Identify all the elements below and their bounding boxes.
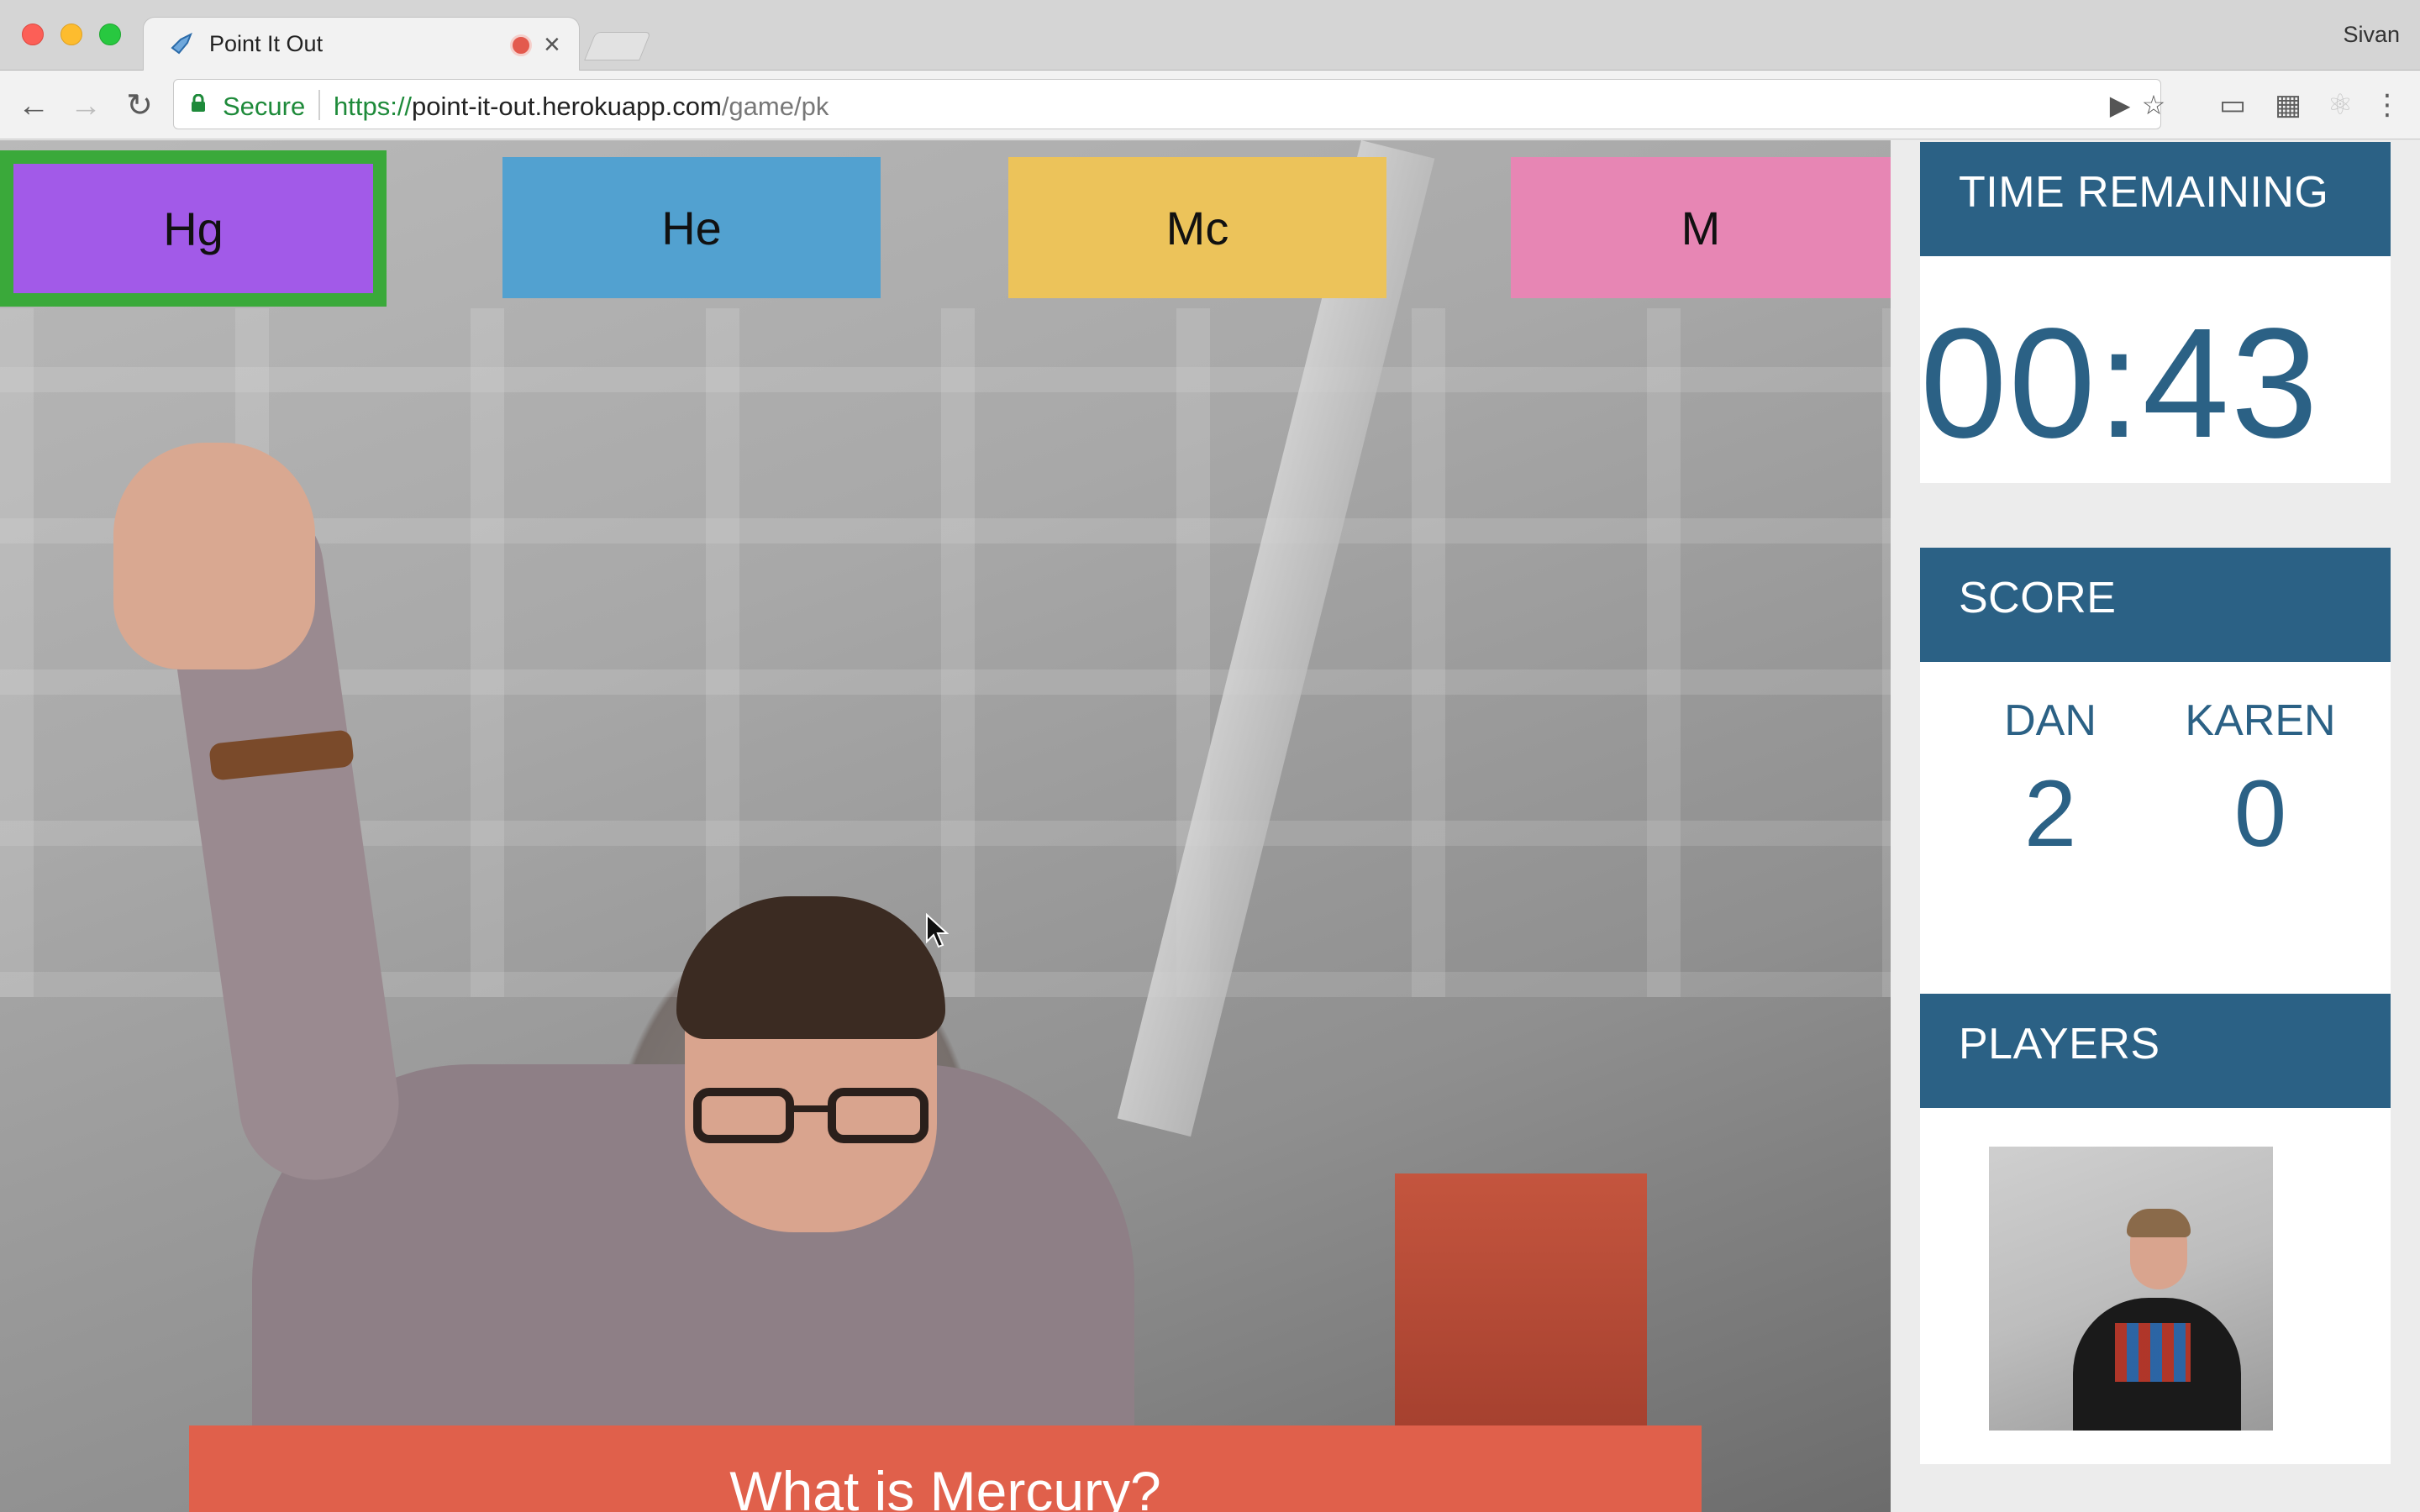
question-banner: What is Mercury? — [189, 1425, 1702, 1512]
answer-option-m[interactable]: M — [1511, 157, 1891, 298]
score-columns: DAN 2 KAREN 0 — [1920, 662, 2391, 868]
player-glasses — [693, 1088, 929, 1143]
time-remaining-heading: TIME REMAINING — [1920, 142, 2391, 256]
browser-toolbar: ← → ↻ Secure https://point-it-out.heroku… — [0, 71, 2420, 139]
players-heading: PLAYERS — [1920, 994, 2391, 1108]
page-viewport: Hg He Mc M What is Mercury? TIME REMAINI… — [0, 140, 2420, 1512]
url-host: point-it-out.herokuapp.com — [412, 92, 722, 121]
question-text: What is Mercury? — [729, 1460, 1161, 1512]
zoom-window-button[interactable] — [99, 24, 121, 45]
url-scheme: https:// — [334, 92, 413, 121]
url-path: /game/pk — [721, 92, 829, 121]
secure-label: Secure — [223, 92, 306, 121]
star-icon[interactable]: ☆ — [2139, 90, 2169, 120]
answer-label: Mc — [1165, 201, 1229, 255]
back-icon[interactable]: ← — [17, 89, 50, 123]
new-tab-button[interactable] — [584, 32, 651, 60]
react-extension-icon[interactable]: ⚛ — [2323, 87, 2358, 123]
address-separator — [318, 90, 320, 120]
thumbnail-player-hair — [2127, 1209, 2191, 1237]
score-heading: SCORE — [1920, 548, 2391, 662]
profile-name[interactable]: Sivan — [2343, 22, 2400, 48]
score-player-value: 2 — [2023, 761, 2077, 866]
answer-label: He — [661, 201, 722, 255]
pointing-hand-favicon-icon — [171, 32, 192, 55]
mouse-cursor-icon — [926, 913, 949, 948]
score-player-dan: DAN 2 — [1945, 696, 2155, 868]
kebab-menu-icon[interactable]: ⋮ — [2370, 87, 2405, 123]
tab-title: Point It Out — [209, 31, 324, 56]
answer-label: Hg — [163, 202, 224, 255]
qr-extension-icon[interactable]: ▦ — [2270, 87, 2306, 123]
close-window-button[interactable] — [22, 24, 44, 45]
answer-option-mc[interactable]: Mc — [1008, 157, 1386, 298]
lock-icon — [192, 94, 205, 112]
score-player-name: KAREN — [2185, 696, 2336, 745]
forward-icon[interactable]: → — [69, 89, 103, 123]
countdown-timer: 00:43 — [1920, 297, 2320, 470]
score-player-value: 0 — [2233, 761, 2287, 866]
time-remaining-panel: TIME REMAINING 00:43 — [1920, 142, 2391, 483]
player-hand — [113, 443, 315, 669]
answer-label: M — [1681, 201, 1721, 255]
browser-tab-bar: Point It Out × Sivan — [0, 0, 2420, 71]
players-panel: PLAYERS — [1920, 994, 2391, 1464]
answer-option-he[interactable]: He — [502, 157, 881, 298]
url-text[interactable]: https://point-it-out.herokuapp.com/game/… — [334, 92, 829, 122]
minimize-window-button[interactable] — [60, 24, 82, 45]
video-camera-icon[interactable]: ▶ — [2105, 90, 2135, 120]
webcam-feed: Hg He Mc M What is Mercury? — [0, 140, 1891, 1512]
score-player-karen: KAREN 0 — [2155, 696, 2365, 868]
recording-indicator-icon — [510, 34, 532, 56]
score-panel: SCORE DAN 2 KAREN 0 — [1920, 548, 2391, 1070]
score-player-name: DAN — [2004, 696, 2096, 745]
player-video-thumbnail — [1989, 1147, 2273, 1431]
tab-close-icon[interactable]: × — [544, 28, 560, 61]
browser-tab-active[interactable]: Point It Out × — [143, 17, 580, 71]
cast-icon[interactable]: ▭ — [2215, 87, 2250, 123]
reload-icon[interactable]: ↻ — [123, 89, 156, 123]
answer-option-hg[interactable]: Hg — [0, 150, 387, 307]
thumbnail-shirt-print — [2115, 1323, 2191, 1382]
address-bar[interactable]: Secure https://point-it-out.herokuapp.co… — [173, 79, 2165, 129]
